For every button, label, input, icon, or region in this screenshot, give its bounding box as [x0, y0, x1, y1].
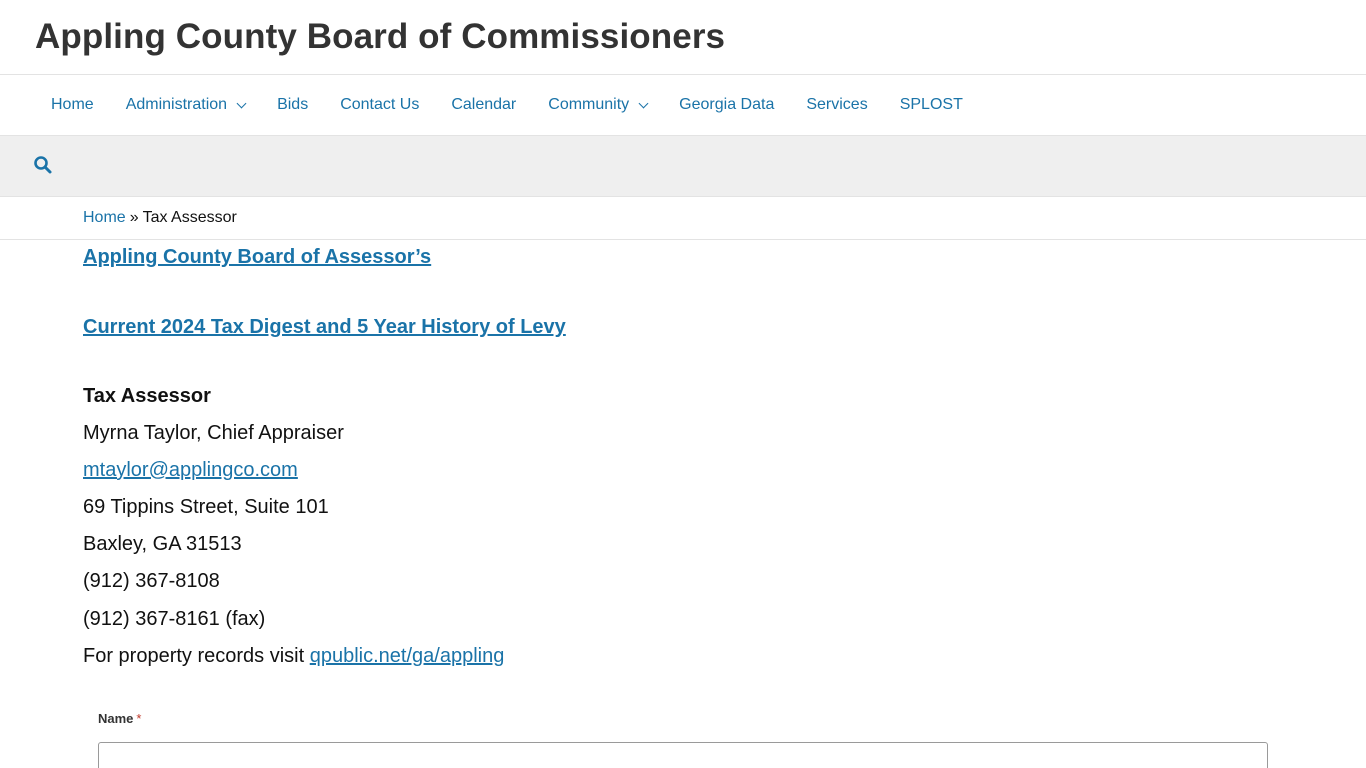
name-field-label: Name *	[98, 711, 141, 726]
nav-item-contact-us[interactable]: Contact Us	[324, 75, 435, 135]
nav-item-label: Home	[51, 96, 94, 113]
nav-item-label: Bids	[277, 96, 309, 113]
chevron-down-icon[interactable]	[236, 98, 247, 108]
nav-item-administration[interactable]: Administration	[110, 75, 261, 135]
tax-digest-link[interactable]: Current 2024 Tax Digest and 5 Year Histo…	[83, 316, 566, 339]
fax-number: (912) 367-8161 (fax)	[83, 608, 266, 630]
nav-item-services[interactable]: Services	[790, 75, 883, 135]
chevron-down-icon[interactable]	[638, 98, 649, 108]
nav-item-label: SPLOST	[899, 96, 963, 113]
address-line-1: 69 Tippins Street, Suite 101	[83, 496, 329, 518]
breadcrumb-separator: »	[129, 209, 139, 226]
nav-item-home[interactable]: Home	[35, 75, 110, 135]
site-header: Appling County Board of Commissioners	[0, 0, 1366, 75]
assessor-name: Myrna Taylor, Chief Appraiser	[83, 422, 344, 444]
main-navigation: Home Administration Bids Contact Us Calendar…	[0, 75, 1366, 136]
required-marker: *	[136, 711, 142, 726]
nav-list: Home Administration Bids Contact Us Calendar…	[35, 75, 979, 135]
board-of-assessors-link[interactable]: Appling County Board of Assessor’s	[83, 246, 431, 269]
property-records-text: For property records visit	[83, 645, 305, 667]
nav-item-community[interactable]: Community	[532, 75, 663, 135]
search-icon[interactable]	[33, 155, 53, 175]
name-label-text: Name	[98, 711, 134, 726]
breadcrumb-home-link[interactable]: Home	[83, 209, 126, 226]
nav-item-label: Calendar	[451, 96, 517, 113]
nav-item-splost[interactable]: SPLOST	[884, 75, 979, 135]
breadcrumb-current: Tax Assessor	[142, 209, 237, 226]
nav-item-label: Community	[548, 96, 630, 113]
section-heading: Tax Assessor	[83, 385, 211, 407]
property-records-line: For property records visit qpublic.net/g…	[83, 645, 504, 668]
nav-item-label: Administration	[125, 96, 228, 113]
address-line-2: Baxley, GA 31513	[83, 533, 242, 555]
nav-item-label: Services	[806, 96, 868, 113]
name-input[interactable]	[98, 742, 1268, 768]
nav-item-label: Georgia Data	[679, 96, 775, 113]
nav-item-georgia-data[interactable]: Georgia Data	[663, 75, 790, 135]
phone-number: (912) 367-8108	[83, 570, 220, 592]
site-title[interactable]: Appling County Board of Commissioners	[35, 17, 725, 57]
qpublic-link[interactable]: qpublic.net/ga/appling	[310, 645, 505, 667]
email-link[interactable]: mtaylor@applingco.com	[83, 459, 298, 481]
nav-item-calendar[interactable]: Calendar	[435, 75, 532, 135]
nav-item-label: Contact Us	[340, 96, 420, 113]
nav-item-bids[interactable]: Bids	[261, 75, 324, 135]
search-bar	[0, 136, 1366, 197]
breadcrumb: Home» Tax Assessor	[0, 197, 1366, 240]
